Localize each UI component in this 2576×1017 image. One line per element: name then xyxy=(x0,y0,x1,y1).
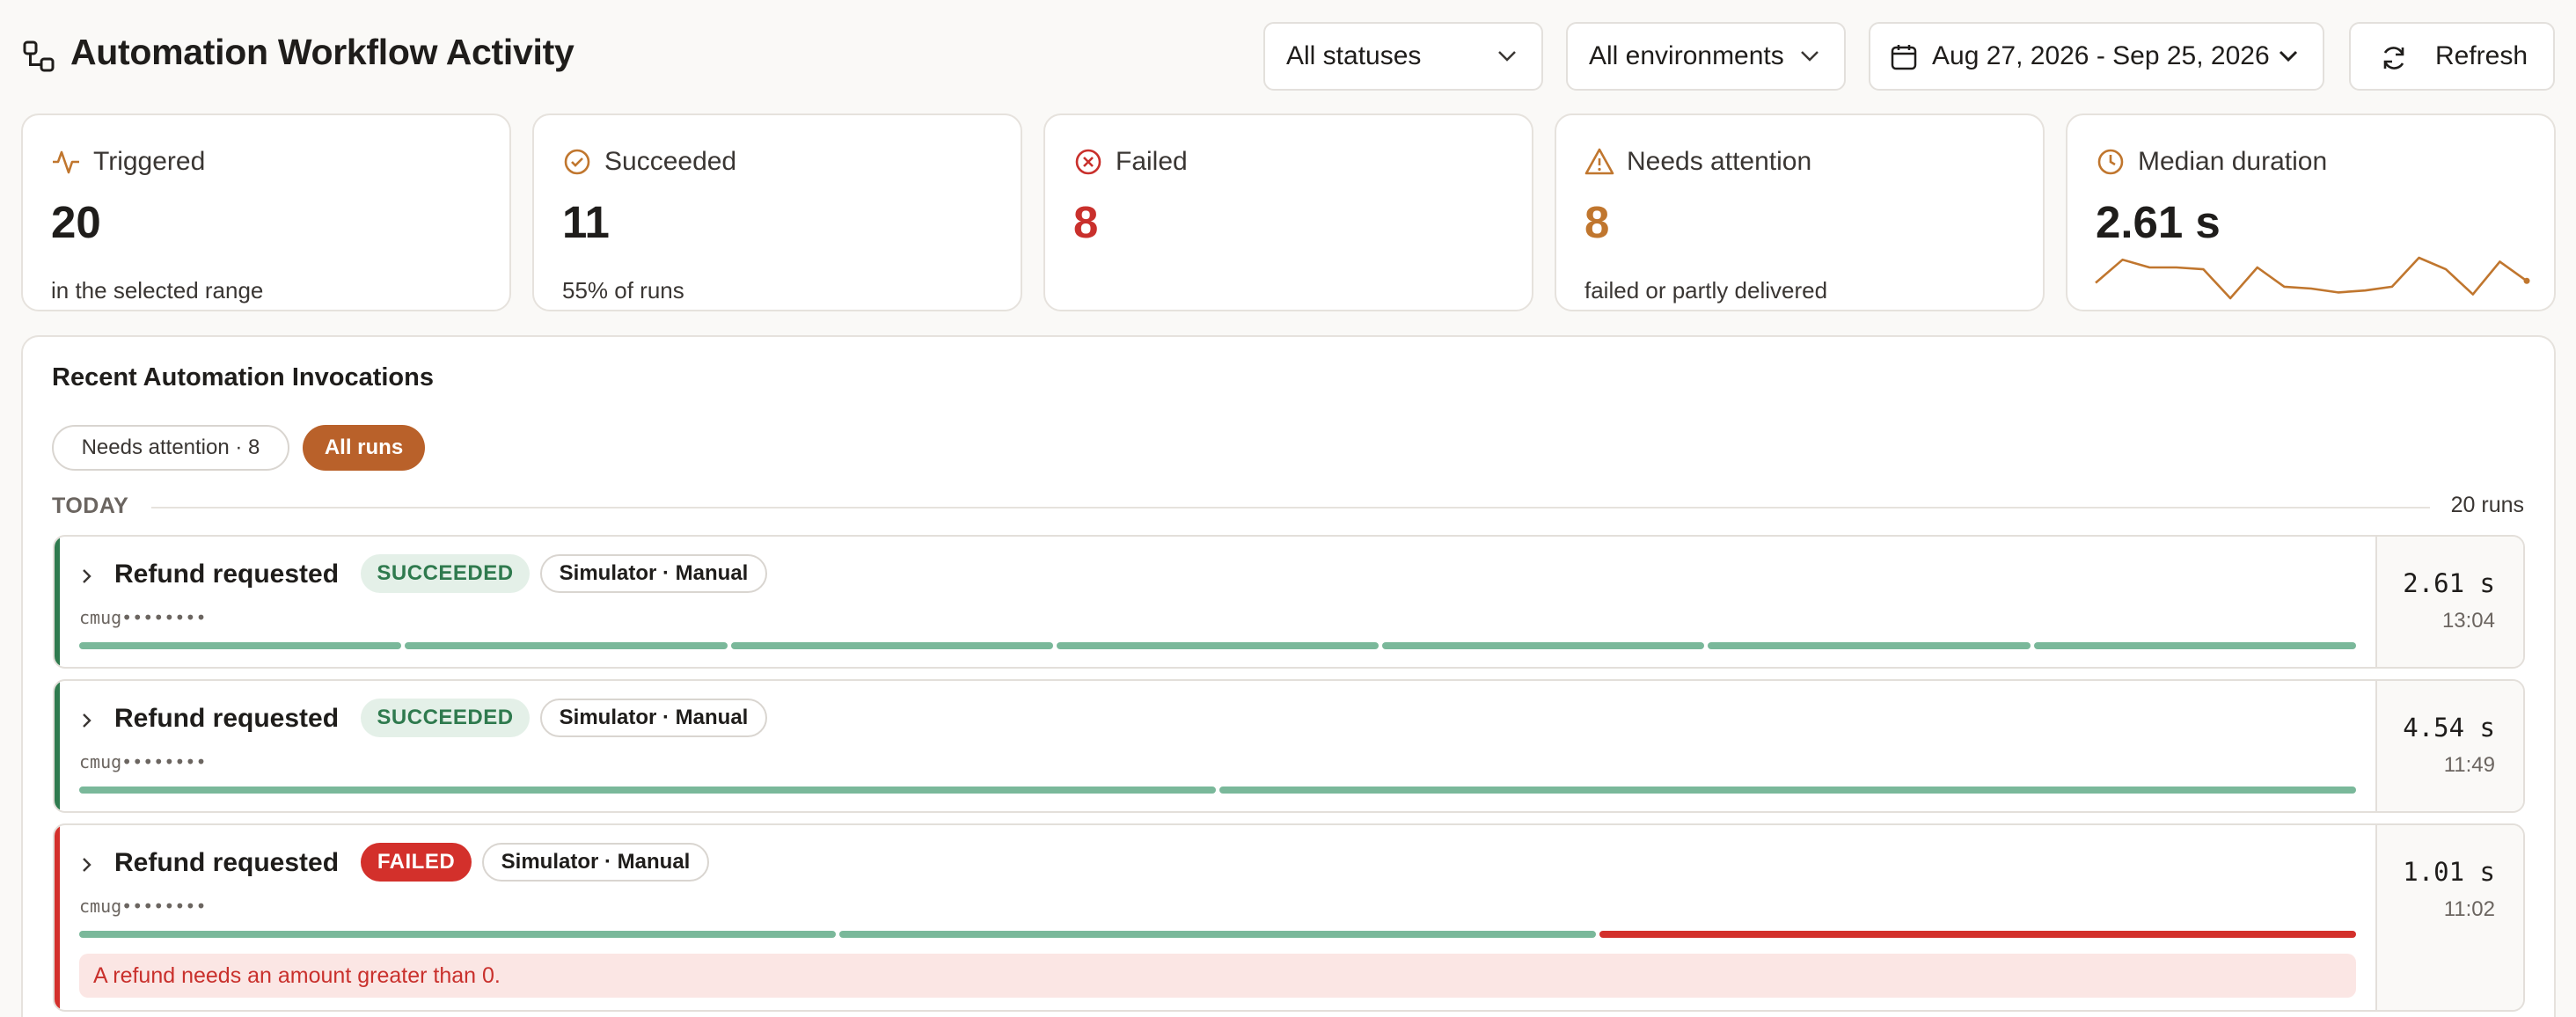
stat-sub: in the selected range xyxy=(51,277,264,304)
status-filter-value: All statuses xyxy=(1286,41,1422,70)
run-duration: 1.01 s xyxy=(2403,857,2495,887)
page-header: Automation Workflow Activity All statuse… xyxy=(0,0,2576,113)
recent-invocations-panel: Recent Automation Invocations Needs atte… xyxy=(21,335,2556,1017)
status-badge: SUCCEEDED xyxy=(361,554,530,593)
panel-title: Recent Automation Invocations xyxy=(52,363,434,391)
source-tag: Simulator · Manual xyxy=(540,554,767,593)
source-tag: Simulator · Manual xyxy=(540,699,767,737)
stat-value: 11 xyxy=(562,197,610,247)
group-divider xyxy=(151,507,2430,508)
refresh-label: Refresh xyxy=(2435,41,2528,70)
check-circle-icon xyxy=(564,149,590,175)
status-accent xyxy=(55,537,60,667)
run-title: Refund requested xyxy=(114,560,340,589)
stat-value: 20 xyxy=(51,197,101,247)
step-segment xyxy=(405,642,728,649)
environment-filter-select[interactable]: All environments xyxy=(1566,22,1846,91)
run-meta: 2.61 s 13:04 xyxy=(2375,537,2523,667)
run-row[interactable]: Refund requested SUCCEEDED Simulator · M… xyxy=(53,679,2525,813)
step-progress xyxy=(79,931,2356,938)
group-count: 20 runs xyxy=(2450,493,2524,517)
filter-needs-attention[interactable]: Needs attention · 8 xyxy=(52,425,289,471)
run-duration: 2.61 s xyxy=(2403,568,2495,598)
refresh-button[interactable]: Refresh xyxy=(2349,22,2555,91)
step-progress xyxy=(79,642,2356,649)
stat-label: Succeeded xyxy=(604,147,737,176)
status-accent xyxy=(55,681,60,811)
workflow-icon xyxy=(23,40,55,72)
step-segment xyxy=(2033,642,2356,649)
chevron-down-icon xyxy=(1498,51,1516,62)
filter-all-runs[interactable]: All runs xyxy=(303,425,425,471)
stat-sub: failed or partly delivered xyxy=(1584,277,1828,304)
step-segment xyxy=(1599,931,2356,938)
chevron-down-icon xyxy=(2279,50,2298,62)
stat-value: 8 xyxy=(1584,197,1610,247)
clock-icon xyxy=(2097,149,2124,175)
run-time: 11:49 xyxy=(2443,753,2495,777)
status-badge: SUCCEEDED xyxy=(361,699,530,737)
step-segment xyxy=(1056,642,1379,649)
group-label: TODAY xyxy=(52,494,129,518)
status-badge: FAILED xyxy=(361,843,472,882)
run-meta: 4.54 s 11:49 xyxy=(2375,681,2523,811)
run-title: Refund requested xyxy=(114,704,340,733)
stat-card-needs-attention: Needs attention 8 failed or partly deliv… xyxy=(1555,113,2045,311)
warning-icon xyxy=(1584,148,1614,175)
step-segment xyxy=(1219,787,2356,794)
stat-label: Triggered xyxy=(93,147,206,176)
stat-label: Needs attention xyxy=(1627,147,1812,176)
calendar-icon xyxy=(1891,45,1917,70)
run-meta: 1.01 s 11:02 xyxy=(2375,825,2523,1010)
run-row[interactable]: Refund requested FAILED Simulator · Manu… xyxy=(53,823,2525,1012)
step-segment xyxy=(79,787,1216,794)
status-filter-select[interactable]: All statuses xyxy=(1263,22,1543,91)
sparkline-path xyxy=(2095,256,2528,300)
duration-sparkline xyxy=(2095,256,2530,300)
refresh-icon xyxy=(2383,47,2404,70)
run-title: Refund requested xyxy=(114,848,340,877)
stat-value: 8 xyxy=(1073,197,1099,247)
chevron-right-icon[interactable] xyxy=(79,568,95,584)
run-time: 13:04 xyxy=(2441,609,2495,633)
page-title: Automation Workflow Activity xyxy=(70,32,574,72)
stat-card-median-duration: Median duration 2.61 s xyxy=(2066,113,2556,311)
date-range-value: Aug 27, 2026 - Sep 25, 2026 xyxy=(1932,41,2270,70)
run-id: cmug•••••••• xyxy=(79,896,207,917)
x-circle-icon xyxy=(1075,149,1101,175)
run-duration: 4.54 s xyxy=(2403,713,2495,743)
chevron-right-icon[interactable] xyxy=(79,713,95,728)
run-time: 11:02 xyxy=(2443,897,2495,921)
chevron-right-icon[interactable] xyxy=(79,857,95,873)
stat-card-succeeded: Succeeded 11 55% of runs xyxy=(532,113,1022,311)
run-row[interactable]: Refund requested SUCCEEDED Simulator · M… xyxy=(53,535,2525,669)
stat-label: Median duration xyxy=(2138,147,2328,176)
step-segment xyxy=(730,642,1053,649)
source-tag: Simulator · Manual xyxy=(482,843,709,882)
step-segment xyxy=(79,642,402,649)
sparkline-endpoint xyxy=(2523,277,2530,284)
chevron-down-icon xyxy=(1801,51,1819,62)
stat-card-failed: Failed 8 xyxy=(1043,113,1533,311)
status-accent xyxy=(55,825,60,1010)
stat-sub: 55% of runs xyxy=(562,277,684,304)
date-range-picker[interactable]: Aug 27, 2026 - Sep 25, 2026 xyxy=(1869,22,2324,91)
stat-card-triggered: Triggered 20 in the selected range xyxy=(21,113,511,311)
stat-value: 2.61 s xyxy=(2096,197,2221,247)
step-segment xyxy=(1382,642,1705,649)
step-progress xyxy=(79,787,2356,794)
stat-label: Failed xyxy=(1116,147,1188,176)
step-segment xyxy=(839,931,1596,938)
run-id: cmug•••••••• xyxy=(79,607,207,628)
step-segment xyxy=(1708,642,2031,649)
environment-filter-value: All environments xyxy=(1589,41,1784,70)
activity-icon xyxy=(53,150,79,174)
step-segment xyxy=(79,931,836,938)
run-id: cmug•••••••• xyxy=(79,751,207,772)
error-message: A refund needs an amount greater than 0. xyxy=(79,954,2356,998)
